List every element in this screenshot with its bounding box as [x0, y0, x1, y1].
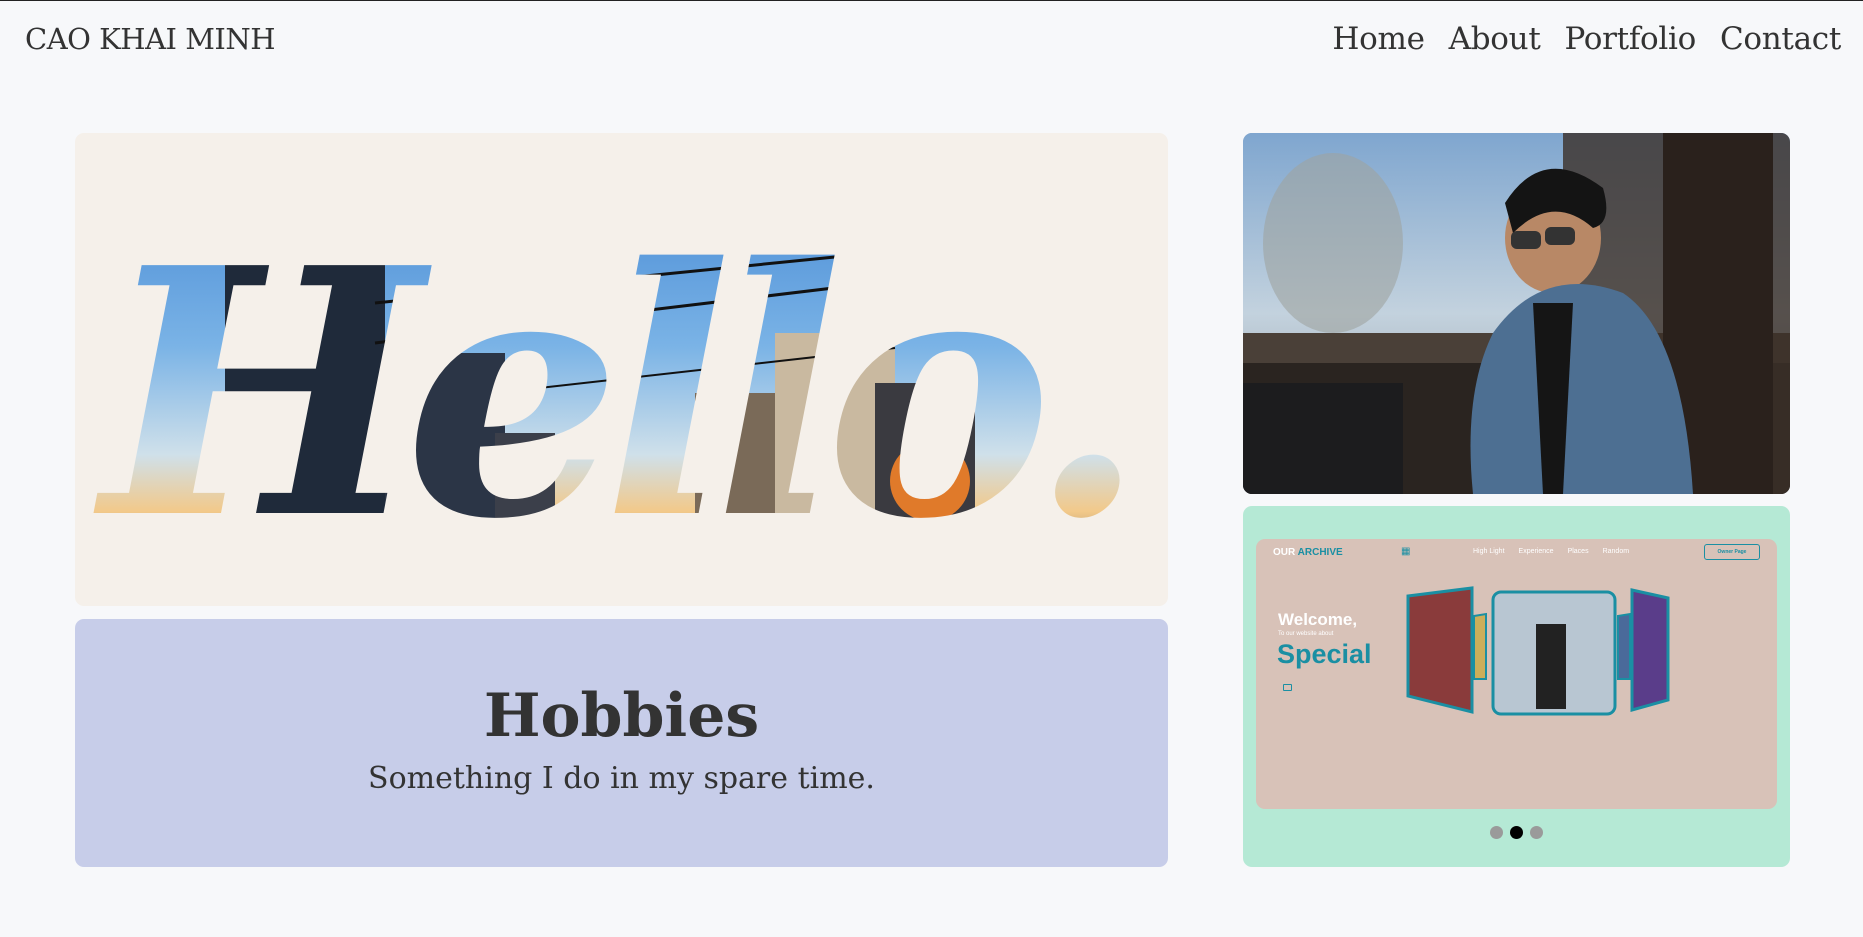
hobbies-subtitle: Something I do in my spare time.	[368, 760, 875, 796]
nav-link-home[interactable]: Home	[1332, 21, 1425, 57]
screenshot-navbar: OUR ARCHIVE ▦ High Light Experience Plac…	[1256, 539, 1777, 569]
carousel-dot-1[interactable]	[1490, 826, 1503, 839]
hobbies-card: Hobbies Something I do in my spare time.	[75, 619, 1168, 867]
screenshot-logo: OUR ARCHIVE	[1273, 547, 1343, 558]
screenshot-special: Special	[1277, 639, 1372, 669]
carousel-dots	[1243, 826, 1790, 839]
carousel-dot-3[interactable]	[1530, 826, 1543, 839]
nav-links: Home About Portfolio Contact	[1332, 21, 1841, 57]
screenshot-photo-carousel	[1406, 586, 1670, 716]
screenshot-link: High Light	[1473, 548, 1505, 555]
screenshot-subtext: To our website about	[1278, 631, 1334, 637]
screenshot-link: Random	[1602, 548, 1630, 555]
navbar: CAO KHAI MINH Home About Portfolio Conta…	[0, 1, 1863, 77]
carousel-dot-2[interactable]	[1510, 826, 1523, 839]
profile-photo-image	[1243, 133, 1790, 494]
nav-link-contact[interactable]: Contact	[1720, 21, 1841, 57]
screenshot-links: High Light Experience Places Random	[1473, 548, 1629, 555]
screenshot-link: Experience	[1518, 548, 1554, 555]
profile-photo	[1243, 133, 1790, 494]
mail-icon	[1283, 684, 1292, 691]
project-screenshot[interactable]: OUR ARCHIVE ▦ High Light Experience Plac…	[1256, 539, 1777, 809]
grid-icon: ▦	[1401, 546, 1411, 557]
hello-card: Hello.	[75, 133, 1168, 606]
hobbies-title: Hobbies	[483, 680, 760, 751]
nav-link-portfolio[interactable]: Portfolio	[1565, 21, 1697, 57]
hello-image: Hello.	[90, 195, 1129, 594]
screenshot-link: Places	[1567, 548, 1589, 555]
brand-name[interactable]: CAO KHAI MINH	[25, 22, 276, 56]
screenshot-welcome: Welcome,	[1278, 610, 1358, 629]
screenshot-owner-button: Owner Page	[1704, 544, 1760, 560]
nav-link-about[interactable]: About	[1449, 21, 1541, 57]
project-showcase: OUR ARCHIVE ▦ High Light Experience Plac…	[1243, 506, 1790, 867]
